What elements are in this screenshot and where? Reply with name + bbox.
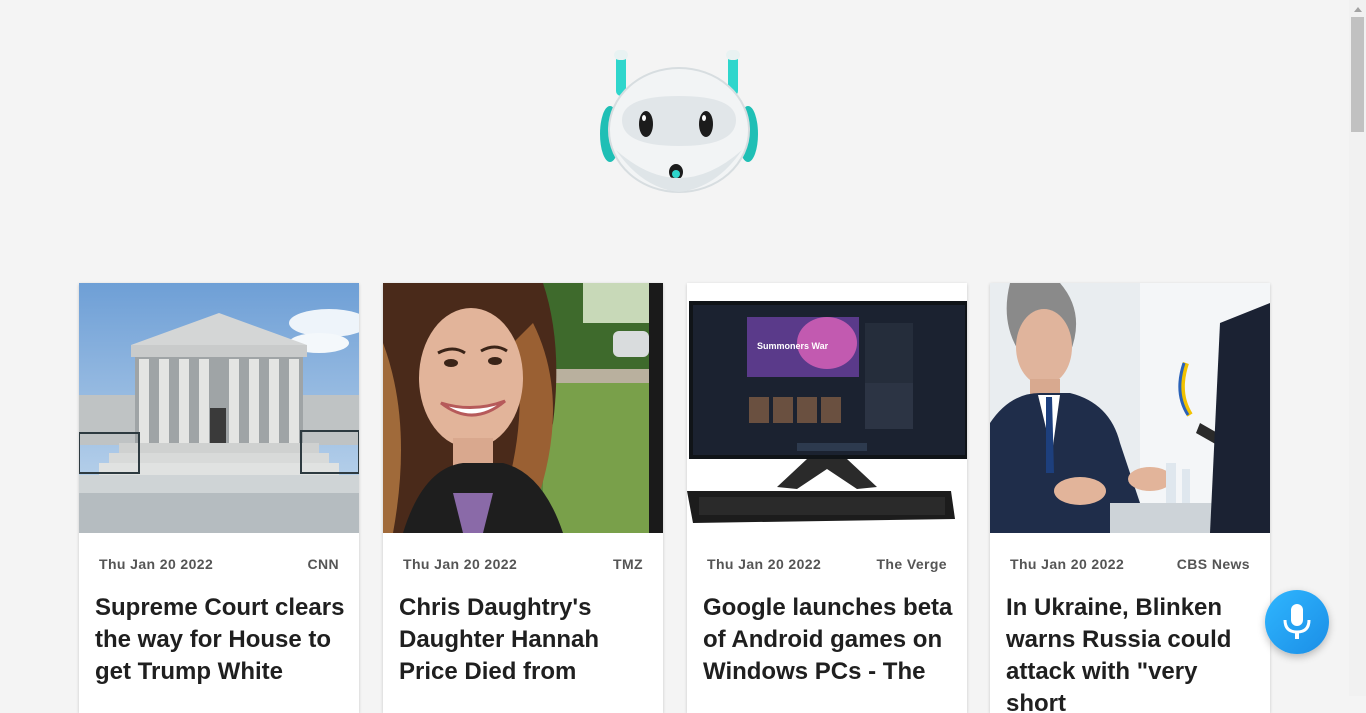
article-date: Thu Jan 20 2022: [707, 556, 822, 572]
article-image-woman: [383, 283, 663, 533]
article-date: Thu Jan 20 2022: [99, 556, 214, 572]
article-image-desktop-pc: Summoners War: [687, 283, 967, 533]
robot-logo-icon: [596, 46, 762, 198]
article-source: CNN: [307, 556, 339, 572]
article-source: CBS News: [1176, 556, 1250, 572]
article-headline[interactable]: Chris Daughtry's Daughter Hannah Price D…: [399, 592, 649, 688]
article-date: Thu Jan 20 2022: [1010, 556, 1125, 572]
article-date: Thu Jan 20 2022: [403, 556, 518, 572]
scrollbar-thumb[interactable]: [1351, 17, 1364, 132]
vertical-scrollbar[interactable]: [1349, 0, 1366, 696]
scroll-up-arrow-icon[interactable]: [1349, 0, 1366, 17]
news-card[interactable]: Thu Jan 20 2022 CBS News In Ukraine, Bli…: [990, 283, 1270, 713]
game-title-text: Summoners War: [757, 341, 829, 351]
microphone-button[interactable]: [1265, 590, 1329, 654]
article-source: TMZ: [613, 556, 643, 572]
news-card[interactable]: Summoners War Thu Jan 20 2022 The Verge …: [687, 283, 967, 713]
article-source: The Verge: [876, 556, 947, 572]
article-headline[interactable]: Supreme Court clears the way for House t…: [95, 592, 345, 688]
article-headline[interactable]: In Ukraine, Blinken warns Russia could a…: [1006, 592, 1256, 713]
news-card[interactable]: Thu Jan 20 2022 TMZ Chris Daughtry's Dau…: [383, 283, 663, 713]
article-image-supreme-court: [79, 283, 359, 533]
article-image-speaker: [990, 283, 1270, 533]
article-headline[interactable]: Google launches beta of Android games on…: [703, 592, 953, 688]
microphone-icon: [1283, 604, 1311, 639]
news-card[interactable]: Thu Jan 20 2022 CNN Supreme Court clears…: [79, 283, 359, 713]
